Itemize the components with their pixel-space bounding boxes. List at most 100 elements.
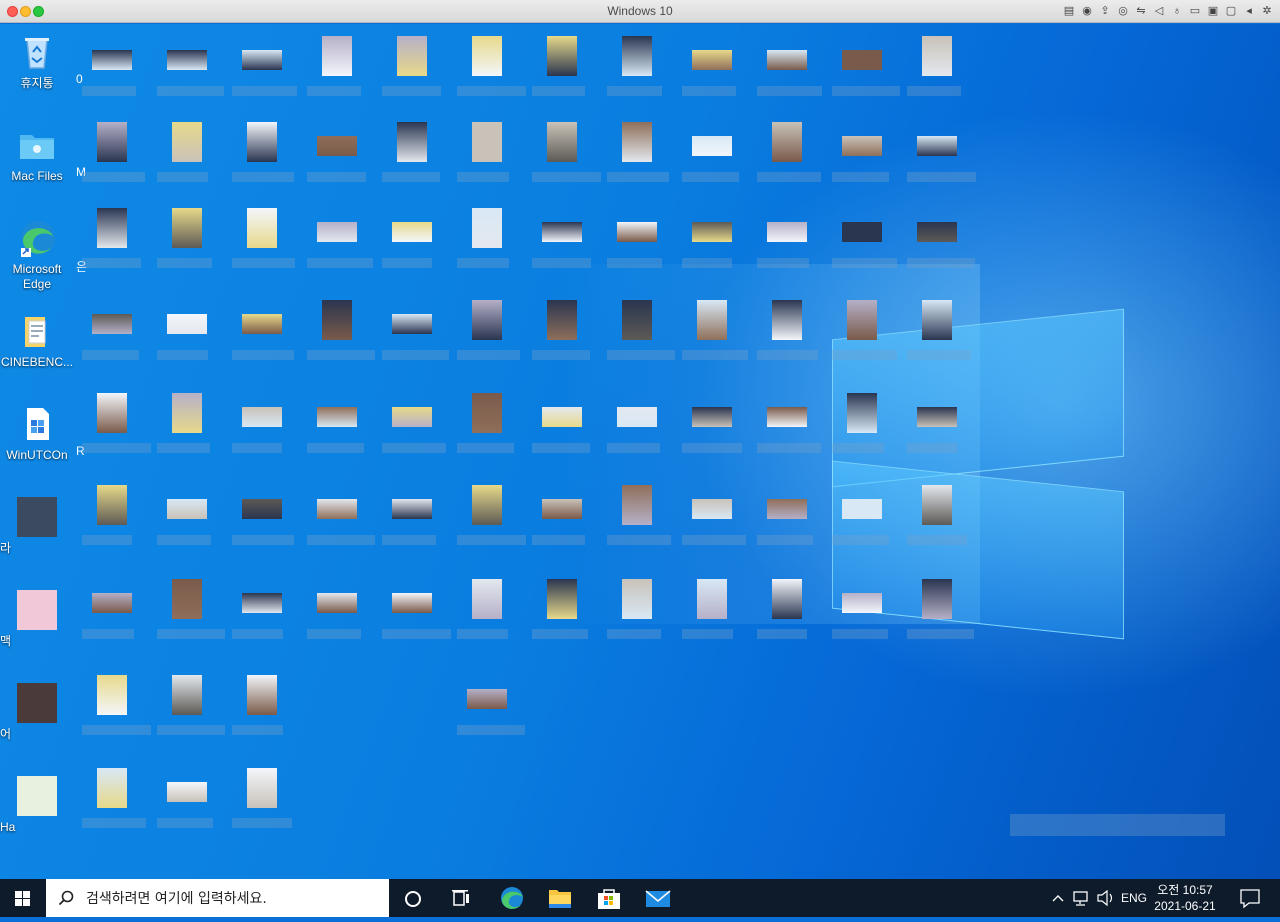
blurred-desktop-icon[interactable] [922, 300, 952, 340]
blurred-desktop-icon[interactable] [917, 136, 957, 156]
blurred-desktop-icon[interactable] [622, 300, 652, 340]
blurred-desktop-icon[interactable] [692, 222, 732, 242]
blurred-desktop-icon[interactable] [97, 208, 127, 248]
blurred-desktop-icon[interactable] [767, 50, 807, 70]
taskbar-mail[interactable] [634, 879, 682, 917]
blurred-desktop-icon[interactable] [92, 593, 132, 613]
blurred-desktop-icon[interactable] [242, 593, 282, 613]
blurred-desktop-icon[interactable] [692, 50, 732, 70]
blurred-desktop-icon[interactable] [392, 314, 432, 334]
blurred-desktop-icon[interactable] [767, 222, 807, 242]
desktop[interactable]: 휴지통 Mac Files Microsoft Edge CINEBENC... [0, 24, 1280, 879]
blurred-desktop-icon[interactable] [247, 208, 277, 248]
show-hidden-icons-button[interactable] [1048, 879, 1068, 917]
arrow-left-icon[interactable]: ◂ [1242, 3, 1256, 19]
blurred-desktop-icon[interactable] [847, 300, 877, 340]
blurred-desktop-icon[interactable] [322, 300, 352, 340]
blurred-desktop-icon[interactable] [172, 579, 202, 619]
blurred-desktop-icon[interactable] [917, 407, 957, 427]
blurred-desktop-icon[interactable] [622, 579, 652, 619]
desktop-icon-edge[interactable]: Microsoft Edge [0, 210, 74, 300]
blurred-desktop-icon[interactable] [172, 393, 202, 433]
blurred-desktop-icon[interactable] [847, 393, 877, 433]
blurred-desktop-icon[interactable] [472, 208, 502, 248]
blurred-desktop-icon[interactable] [167, 314, 207, 334]
usb-icon[interactable]: ⇪ [1098, 3, 1112, 19]
blurred-desktop-icon[interactable] [767, 499, 807, 519]
blurred-desktop-icon[interactable] [97, 675, 127, 715]
blurred-desktop-icon[interactable] [97, 768, 127, 808]
desktop-icon-cinebench[interactable]: CINEBENC... [0, 303, 74, 393]
blurred-desktop-icon[interactable] [242, 50, 282, 70]
taskbar-store[interactable] [585, 879, 633, 917]
blurred-desktop-icon[interactable] [617, 407, 657, 427]
blurred-desktop-icon[interactable] [97, 485, 127, 525]
desktop-icon-winutcon[interactable]: WinUTCOn [0, 396, 74, 486]
desktop-icon-file[interactable]: 라 [0, 489, 74, 579]
blurred-desktop-icon[interactable] [617, 222, 657, 242]
start-button[interactable] [0, 879, 46, 917]
network-tray-button[interactable] [1070, 879, 1092, 917]
blurred-desktop-icon[interactable] [392, 593, 432, 613]
gear-icon[interactable]: ✲ [1260, 3, 1274, 19]
blurred-desktop-icon[interactable] [242, 314, 282, 334]
blurred-desktop-icon[interactable] [467, 689, 507, 709]
blurred-desktop-icon[interactable] [322, 36, 352, 76]
blurred-desktop-icon[interactable] [392, 499, 432, 519]
blurred-desktop-icon[interactable] [542, 222, 582, 242]
blurred-desktop-icon[interactable] [922, 485, 952, 525]
blurred-desktop-icon[interactable] [242, 499, 282, 519]
blurred-desktop-icon[interactable] [242, 407, 282, 427]
task-view-button[interactable] [437, 879, 485, 917]
blurred-desktop-icon[interactable] [692, 136, 732, 156]
blurred-desktop-icon[interactable] [547, 122, 577, 162]
blurred-desktop-icon[interactable] [317, 222, 357, 242]
desktop-icon-mac-files[interactable]: Mac Files [0, 117, 74, 207]
printer-icon[interactable]: ▭ [1188, 3, 1202, 19]
blurred-desktop-icon[interactable] [697, 300, 727, 340]
blurred-desktop-icon[interactable] [317, 136, 357, 156]
desktop-icon-file[interactable]: 맥 [0, 582, 74, 672]
blurred-desktop-icon[interactable] [317, 499, 357, 519]
camera-icon[interactable]: ▣ [1206, 3, 1220, 19]
blurred-desktop-icon[interactable] [842, 222, 882, 242]
volume-tray-button[interactable] [1094, 879, 1116, 917]
blurred-desktop-icon[interactable] [172, 122, 202, 162]
blurred-desktop-icon[interactable] [167, 782, 207, 802]
blurred-desktop-icon[interactable] [842, 499, 882, 519]
window-titlebar[interactable]: Windows 10 ▤ ◉ ⇪ ◎ ⇋ ◁ ♁ ▭ ▣ ▢ ◂ ✲ [0, 0, 1280, 23]
blurred-desktop-icon[interactable] [472, 36, 502, 76]
blurred-desktop-icon[interactable] [547, 579, 577, 619]
microphone-icon[interactable]: ♁ [1170, 3, 1184, 19]
blurred-desktop-icon[interactable] [97, 393, 127, 433]
blurred-desktop-icon[interactable] [247, 675, 277, 715]
taskbar-clock[interactable]: 오전 10:57 2021-06-21 [1150, 882, 1220, 914]
taskbar-file-explorer[interactable] [536, 879, 584, 917]
desktop-icon-file[interactable]: Ha [0, 768, 74, 858]
blurred-desktop-icon[interactable] [397, 36, 427, 76]
blurred-desktop-icon[interactable] [317, 593, 357, 613]
blurred-desktop-icon[interactable] [172, 208, 202, 248]
blurred-desktop-icon[interactable] [472, 300, 502, 340]
blurred-desktop-icon[interactable] [167, 50, 207, 70]
blurred-desktop-icon[interactable] [97, 122, 127, 162]
blurred-desktop-icon[interactable] [922, 36, 952, 76]
taskbar-edge[interactable] [488, 879, 536, 917]
blurred-desktop-icon[interactable] [392, 407, 432, 427]
blurred-desktop-icon[interactable] [547, 36, 577, 76]
blurred-desktop-icon[interactable] [772, 579, 802, 619]
blurred-desktop-icon[interactable] [317, 407, 357, 427]
cortana-button[interactable] [389, 879, 437, 917]
language-indicator[interactable]: ENG [1120, 879, 1148, 917]
blurred-desktop-icon[interactable] [842, 50, 882, 70]
speaker-icon[interactable]: ◁ [1152, 3, 1166, 19]
blurred-desktop-icon[interactable] [842, 593, 882, 613]
blurred-desktop-icon[interactable] [247, 122, 277, 162]
folder-share-icon[interactable]: ▢ [1224, 3, 1238, 19]
desktop-icon-file[interactable]: 어 [0, 675, 74, 765]
blurred-desktop-icon[interactable] [397, 122, 427, 162]
blurred-desktop-icon[interactable] [767, 407, 807, 427]
blurred-desktop-icon[interactable] [772, 122, 802, 162]
blurred-desktop-icon[interactable] [842, 136, 882, 156]
blurred-desktop-icon[interactable] [92, 50, 132, 70]
